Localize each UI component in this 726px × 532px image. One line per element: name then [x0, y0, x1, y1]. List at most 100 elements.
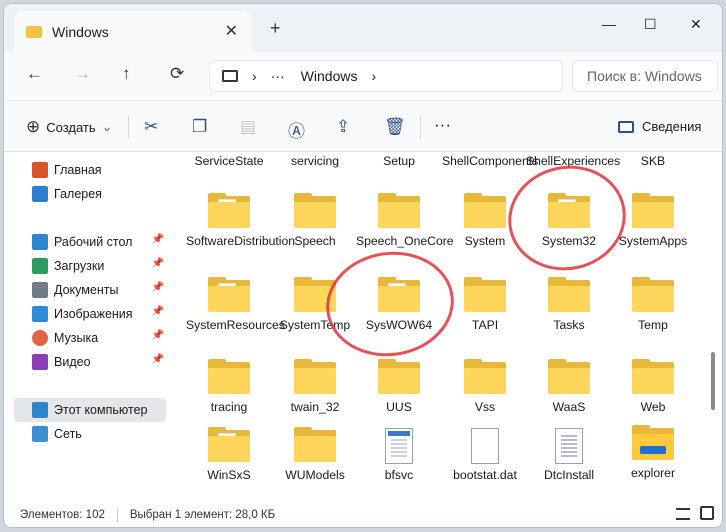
rename-icon[interactable]: Ⓐ [288, 117, 305, 142]
folder-item[interactable]: servicing [272, 154, 358, 169]
breadcrumb-chevron-end[interactable]: › [371, 68, 376, 84]
scrollbar-thumb[interactable] [711, 352, 715, 410]
sidebar-item-desktop[interactable]: Рабочий стол 📌 [14, 230, 166, 254]
folder-item[interactable]: UUS [356, 359, 442, 415]
up-button[interactable]: ↑ [122, 64, 131, 84]
item-label: Speech [294, 234, 336, 248]
chevron-down-icon: ⌄ [101, 119, 113, 134]
folder-icon [208, 359, 250, 394]
folder-item[interactable]: Vss [442, 359, 528, 415]
folder-icon [548, 359, 590, 394]
maximize-button[interactable]: ☐ [644, 16, 657, 33]
file-item[interactable]: explorer [610, 425, 696, 481]
folder-icon [378, 193, 420, 228]
sidebar-item-music[interactable]: Музыка 📌 [14, 326, 166, 350]
folder-icon [632, 193, 674, 228]
item-label: ShellComponents [442, 154, 539, 168]
folder-item[interactable]: Web [610, 359, 696, 415]
more-options-button[interactable]: ··· [434, 115, 451, 135]
item-label: explorer [630, 466, 676, 480]
file-item[interactable]: bootstat.dat [442, 428, 528, 483]
file-item[interactable]: bfsvc [356, 428, 442, 483]
details-button[interactable]: Сведения [618, 119, 701, 134]
folder-icon [294, 427, 336, 462]
close-tab-icon[interactable]: ✕ [225, 21, 238, 41]
pin-icon: 📌 [151, 354, 164, 365]
sidebar-item-label: Сеть [54, 427, 82, 441]
back-button[interactable]: ← [26, 64, 43, 84]
tab-windows[interactable]: Windows ✕ [14, 11, 252, 52]
file-item[interactable]: DtcInstall [526, 428, 612, 483]
item-label: Speech_OneCore [356, 234, 454, 248]
pictures-icon [32, 306, 48, 322]
folder-icon [294, 193, 336, 228]
sidebar-item-pictures[interactable]: Изображения 📌 [14, 302, 166, 326]
breadcrumb-chevron[interactable]: › [252, 68, 257, 84]
folder-item[interactable]: Temp [610, 277, 696, 333]
tiles-view-icon[interactable] [700, 506, 714, 520]
folder-item[interactable]: tracing [186, 359, 272, 415]
address-bar[interactable]: › ··· Windows › [209, 60, 563, 92]
folder-icon [208, 427, 250, 462]
video-icon [32, 354, 48, 370]
folder-item[interactable]: WaaS [526, 359, 612, 415]
item-label: servicing [290, 154, 340, 168]
details-view-icon[interactable] [676, 508, 690, 520]
create-button[interactable]: ⊕ Создать ⌄ [26, 117, 113, 137]
item-label: WinSxS [207, 468, 251, 482]
details-pane-icon [618, 120, 634, 133]
paste-icon[interactable]: ▤ [240, 117, 256, 137]
sidebar-item-documents[interactable]: Документы 📌 [14, 278, 166, 302]
highlight-circle-syswow64 [319, 243, 461, 365]
item-label: twain_32 [290, 400, 340, 414]
item-label: Setup [383, 154, 415, 168]
pin-icon: 📌 [151, 258, 164, 269]
highlight-circle-system32 [498, 154, 636, 282]
sidebar-item-network[interactable]: Сеть [14, 422, 166, 446]
item-label: TAPI [471, 318, 499, 332]
cut-icon[interactable]: ✂ [144, 117, 158, 137]
delete-icon[interactable]: 🗑 [384, 117, 406, 137]
folder-item[interactable]: SystemResources [186, 277, 285, 333]
item-label: WaaS [552, 400, 586, 414]
sidebar-item-videos[interactable]: Видео 📌 [14, 350, 166, 374]
folder-item[interactable]: WUModels [272, 427, 358, 483]
folder-item[interactable]: TAPI [442, 277, 528, 333]
sidebar-item-home[interactable]: Главная [14, 158, 166, 182]
breadcrumb-current[interactable]: Windows [301, 68, 358, 84]
folder-item[interactable]: twain_32 [272, 359, 358, 415]
folder-item[interactable]: SoftwareDistribution [186, 193, 295, 249]
folder-item[interactable]: WinSxS [186, 427, 272, 483]
folder-item[interactable]: Tasks [526, 277, 612, 333]
details-label: Сведения [642, 119, 702, 134]
folder-item[interactable]: ServiceState [186, 154, 272, 169]
folder-item[interactable]: Speech_OneCore [356, 193, 454, 249]
item-count: Элементов: 102 [20, 508, 105, 521]
explorer-window: Windows ✕ + — ☐ ✕ ← → ↑ ⟳ › ··· Windows … [3, 3, 723, 528]
folder-item[interactable]: Speech [272, 193, 358, 249]
folder-item[interactable]: ShellComponents [442, 154, 538, 169]
sidebar-item-this-pc[interactable]: Этот компьютер [14, 398, 166, 422]
new-tab-button[interactable]: + [270, 18, 281, 39]
share-icon[interactable]: ⇪ [336, 117, 350, 137]
pin-icon: 📌 [151, 330, 164, 341]
minimize-button[interactable]: — [602, 16, 616, 32]
file-grid: ServiceState servicing Setup ShellCompon… [180, 152, 706, 500]
download-icon [32, 258, 48, 274]
folder-item[interactable]: Setup [356, 154, 442, 169]
breadcrumb-more[interactable]: ··· [271, 68, 285, 84]
sidebar-item-downloads[interactable]: Загрузки 📌 [14, 254, 166, 278]
address-bar-row: ← → ↑ ⟳ › ··· Windows › Поиск в: Windows [4, 52, 722, 100]
sidebar-item-gallery[interactable]: Галерея [14, 182, 166, 206]
refresh-button[interactable]: ⟳ [170, 64, 184, 84]
folder-icon [208, 277, 250, 312]
close-window-button[interactable]: ✕ [690, 16, 702, 33]
sidebar-item-label: Документы [54, 283, 119, 297]
computer-icon [222, 70, 238, 82]
copy-icon[interactable]: ❐ [192, 117, 207, 137]
forward-button[interactable]: → [74, 64, 91, 84]
item-label: bootstat.dat [453, 468, 517, 482]
search-input[interactable]: Поиск в: Windows [572, 60, 718, 92]
folder-item[interactable]: SKB [610, 154, 696, 169]
folder-icon [464, 193, 506, 228]
